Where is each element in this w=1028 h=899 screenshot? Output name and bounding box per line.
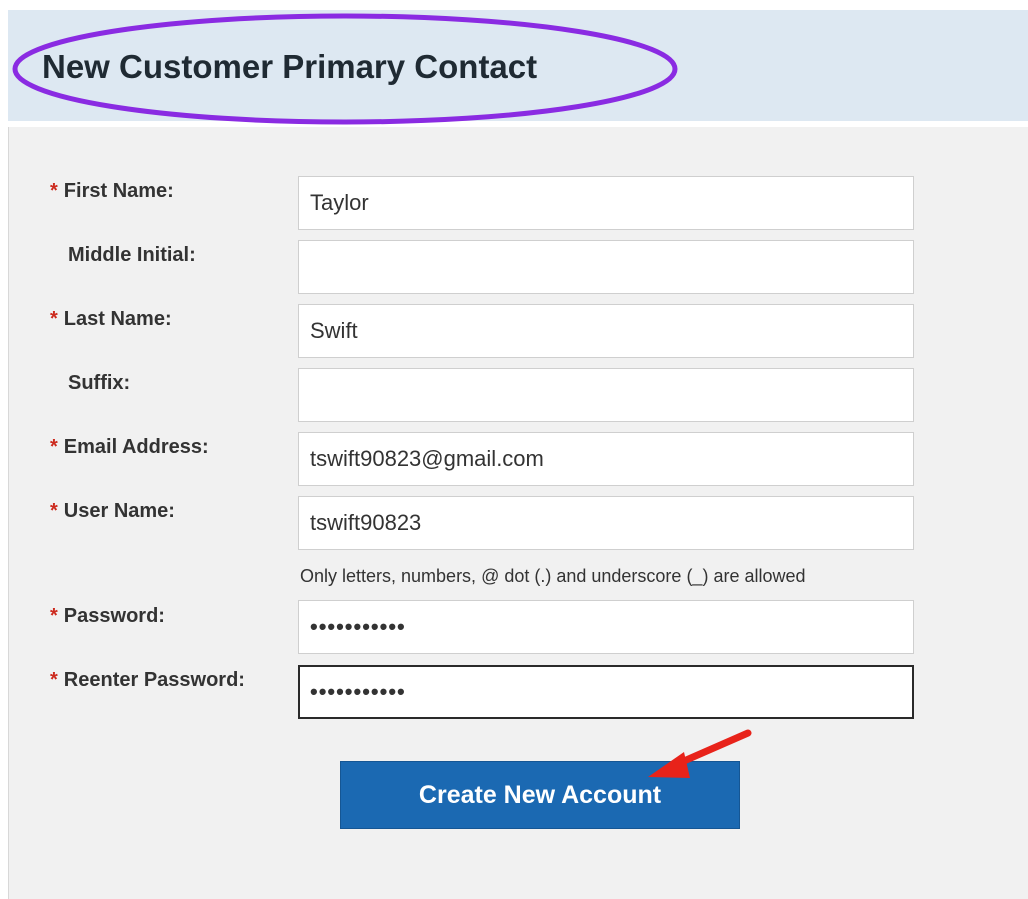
email-label: * Email Address:: [50, 436, 209, 458]
suffix-input[interactable]: [298, 368, 914, 422]
required-marker: *: [50, 180, 58, 202]
middle-initial-label: Middle Initial:: [68, 244, 196, 266]
required-marker: *: [50, 308, 58, 330]
required-marker: *: [50, 500, 58, 522]
password-input[interactable]: •••••••••••: [298, 600, 914, 654]
required-marker: *: [50, 605, 58, 627]
create-account-button[interactable]: Create New Account: [340, 761, 740, 829]
first-name-input[interactable]: Taylor: [298, 176, 914, 230]
required-marker: *: [50, 669, 58, 691]
reenter-password-label: * Reenter Password:: [50, 669, 245, 691]
middle-initial-input[interactable]: [298, 240, 914, 294]
first-name-label: * First Name:: [50, 180, 174, 202]
username-input[interactable]: tswift90823: [298, 496, 914, 550]
last-name-label: * Last Name:: [50, 308, 172, 330]
suffix-label: Suffix:: [68, 372, 131, 394]
last-name-input[interactable]: Swift: [298, 304, 914, 358]
required-marker: *: [50, 436, 58, 458]
reenter-password-input[interactable]: •••••••••••: [298, 665, 914, 719]
username-hint: Only letters, numbers, @ dot (.) and und…: [300, 566, 806, 586]
password-label: * Password:: [50, 605, 165, 627]
username-label: * User Name:: [50, 500, 175, 522]
email-input[interactable]: tswift90823@gmail.com: [298, 432, 914, 486]
